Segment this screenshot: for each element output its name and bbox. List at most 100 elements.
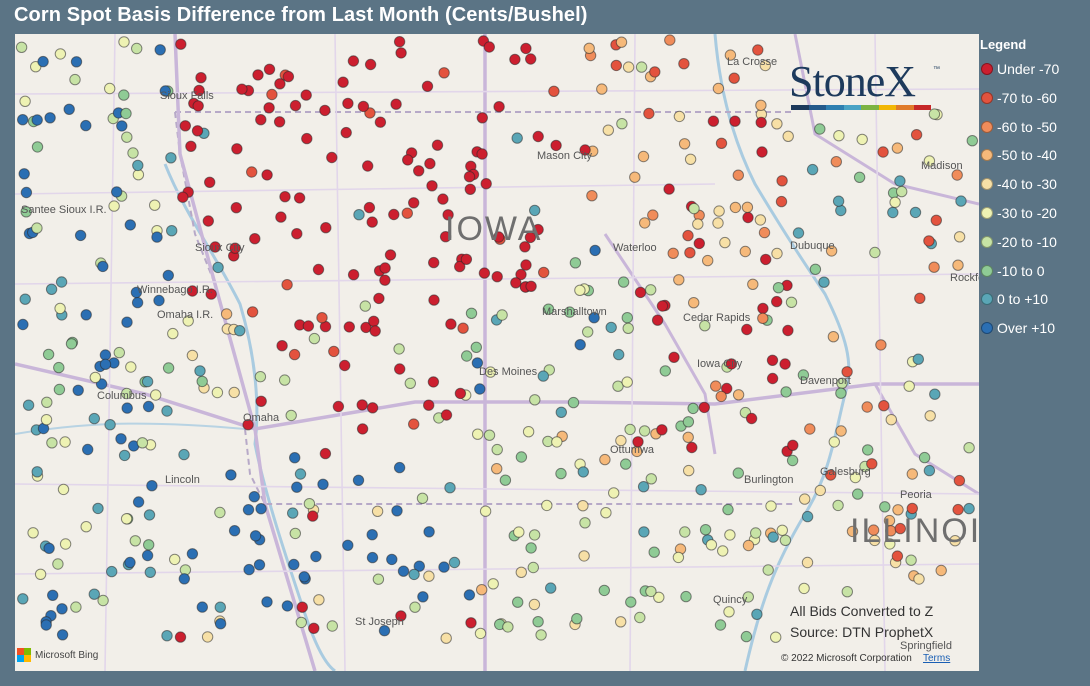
bid-marker[interactable] xyxy=(421,80,434,92)
bid-marker[interactable] xyxy=(688,297,700,309)
bid-marker[interactable] xyxy=(483,429,496,441)
bid-marker[interactable] xyxy=(328,345,340,358)
bid-marker[interactable] xyxy=(583,42,595,54)
bid-marker[interactable] xyxy=(80,119,92,132)
bid-marker[interactable] xyxy=(509,53,521,66)
bid-marker[interactable] xyxy=(647,209,659,221)
bid-marker[interactable] xyxy=(638,425,651,437)
bid-marker[interactable] xyxy=(343,321,355,333)
bid-marker[interactable] xyxy=(369,325,381,337)
bid-marker[interactable] xyxy=(757,302,769,315)
bid-marker[interactable] xyxy=(366,551,379,564)
bid-marker[interactable] xyxy=(294,468,307,480)
bid-marker[interactable] xyxy=(645,585,657,598)
bid-marker[interactable] xyxy=(320,222,332,234)
bid-marker[interactable] xyxy=(629,171,641,183)
bid-marker[interactable] xyxy=(502,621,514,633)
bid-marker[interactable] xyxy=(755,99,767,112)
bid-marker[interactable] xyxy=(364,58,377,71)
bid-marker[interactable] xyxy=(782,324,794,337)
bid-marker[interactable] xyxy=(388,208,400,221)
bid-marker[interactable] xyxy=(515,566,527,578)
bid-marker[interactable] xyxy=(622,322,634,334)
bid-marker[interactable] xyxy=(930,214,942,227)
bid-marker[interactable] xyxy=(246,166,258,178)
bid-marker[interactable] xyxy=(253,559,266,571)
bid-marker[interactable] xyxy=(527,561,539,574)
bid-marker[interactable] xyxy=(120,513,133,525)
bid-marker[interactable] xyxy=(491,271,503,283)
bid-marker[interactable] xyxy=(63,103,75,116)
bid-marker[interactable] xyxy=(869,246,881,259)
bid-marker[interactable] xyxy=(255,114,267,126)
bid-marker[interactable] xyxy=(457,322,469,334)
bid-marker[interactable] xyxy=(174,631,187,643)
bid-marker[interactable] xyxy=(438,561,450,573)
bid-marker[interactable] xyxy=(574,339,586,351)
bid-marker[interactable] xyxy=(651,314,664,326)
bid-marker[interactable] xyxy=(699,524,712,536)
bid-marker[interactable] xyxy=(281,600,294,612)
bid-marker[interactable] xyxy=(624,423,636,436)
bid-marker[interactable] xyxy=(772,282,785,294)
bid-marker[interactable] xyxy=(319,104,331,117)
bid-marker[interactable] xyxy=(31,466,43,478)
bid-marker[interactable] xyxy=(493,101,505,113)
bid-marker[interactable] xyxy=(428,294,440,306)
bid-marker[interactable] xyxy=(645,284,657,296)
bid-marker[interactable] xyxy=(445,318,457,330)
bid-marker[interactable] xyxy=(715,137,728,150)
bid-marker[interactable] xyxy=(496,309,508,321)
bid-marker[interactable] xyxy=(201,631,214,643)
bid-marker[interactable] xyxy=(756,146,768,158)
bid-marker[interactable] xyxy=(303,498,316,510)
bid-marker[interactable] xyxy=(431,139,444,151)
bid-marker[interactable] xyxy=(352,474,365,486)
bid-marker[interactable] xyxy=(875,339,887,351)
bid-marker[interactable] xyxy=(463,589,476,601)
bid-marker[interactable] xyxy=(827,331,840,343)
bid-marker[interactable] xyxy=(529,394,541,406)
bid-marker[interactable] xyxy=(891,142,904,154)
bid-marker[interactable] xyxy=(326,620,338,632)
bid-marker[interactable] xyxy=(853,171,866,184)
bid-marker[interactable] xyxy=(638,526,650,538)
bid-marker[interactable] xyxy=(368,315,380,327)
bid-marker[interactable] xyxy=(678,138,691,150)
bid-marker[interactable] xyxy=(337,76,349,88)
bid-marker[interactable] xyxy=(379,262,391,274)
bid-marker[interactable] xyxy=(605,321,617,334)
bid-marker[interactable] xyxy=(841,586,853,598)
bid-marker[interactable] xyxy=(615,36,628,48)
bid-marker[interactable] xyxy=(634,611,646,624)
bid-marker[interactable] xyxy=(44,112,56,124)
bid-marker[interactable] xyxy=(935,564,947,577)
bid-marker[interactable] xyxy=(261,169,273,181)
bid-marker[interactable] xyxy=(37,55,49,68)
bid-marker[interactable] xyxy=(515,451,528,463)
bid-marker[interactable] xyxy=(289,99,302,112)
bid-marker[interactable] xyxy=(59,436,71,448)
bid-marker[interactable] xyxy=(724,529,736,541)
bid-marker[interactable] xyxy=(918,451,931,464)
bid-marker[interactable] xyxy=(214,618,227,630)
bid-marker[interactable] xyxy=(236,83,248,95)
bid-marker[interactable] xyxy=(782,130,794,143)
bid-marker[interactable] xyxy=(141,375,154,388)
bid-marker[interactable] xyxy=(34,568,47,580)
bid-marker[interactable] xyxy=(551,436,563,448)
bid-marker[interactable] xyxy=(196,375,208,388)
bid-marker[interactable] xyxy=(878,400,890,412)
bid-marker[interactable] xyxy=(799,493,811,505)
bid-marker[interactable] xyxy=(771,247,783,260)
bid-marker[interactable] xyxy=(149,199,161,211)
bid-marker[interactable] xyxy=(649,66,661,78)
bid-marker[interactable] xyxy=(760,253,772,266)
bid-marker[interactable] xyxy=(567,396,580,409)
bid-marker[interactable] xyxy=(373,292,385,305)
bid-marker[interactable] xyxy=(363,201,376,214)
bid-marker[interactable] xyxy=(374,116,387,128)
bid-marker[interactable] xyxy=(19,293,31,305)
bid-marker[interactable] xyxy=(525,53,537,65)
bid-marker[interactable] xyxy=(161,630,173,642)
